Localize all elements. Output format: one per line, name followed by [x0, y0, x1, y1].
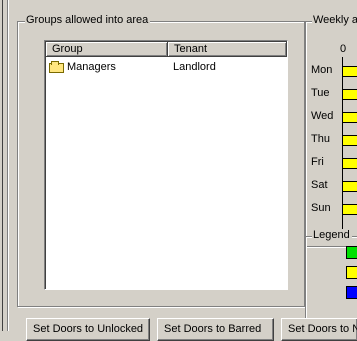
- legend-swatch-blue: [346, 286, 357, 299]
- schedule-bar-fri[interactable]: [342, 158, 357, 169]
- panel-edge-highlight: [8, 0, 9, 331]
- groups-listview[interactable]: Group Tenant Managers Landlord: [44, 40, 288, 290]
- schedule-bar-sun[interactable]: [342, 204, 357, 215]
- set-doors-unlocked-button[interactable]: Set Doors to Unlocked: [26, 318, 150, 341]
- day-label-mon: Mon: [311, 64, 333, 76]
- column-header-group-label: Group: [52, 43, 83, 55]
- day-label-sun: Sun: [311, 202, 331, 214]
- tenant-name: Landlord: [173, 61, 216, 73]
- set-doors-barred-label: Set Doors to Barred: [164, 323, 262, 335]
- list-item[interactable]: Managers Landlord: [47, 60, 285, 74]
- schedule-bar-mon[interactable]: [342, 66, 357, 77]
- schedule-groupbox-title: Weekly a: [312, 14, 357, 27]
- day-label-tue: Tue: [311, 87, 330, 99]
- legend-groupbox-title: Legend: [312, 229, 352, 242]
- set-doors-barred-button[interactable]: Set Doors to Barred: [157, 318, 274, 341]
- set-doors-third-button[interactable]: Set Doors to N: [281, 318, 357, 341]
- legend-swatch-yellow: [346, 266, 357, 279]
- groups-groupbox-title: Groups allowed into area: [25, 14, 151, 27]
- day-label-sat: Sat: [311, 179, 328, 191]
- day-label-wed: Wed: [311, 110, 334, 122]
- folder-icon: [49, 61, 64, 73]
- schedule-bar-tue[interactable]: [342, 89, 357, 100]
- set-doors-third-label: Set Doors to N: [288, 323, 357, 335]
- legend-swatch-green: [346, 246, 357, 259]
- schedule-bar-sat[interactable]: [342, 181, 357, 192]
- column-header-tenant[interactable]: Tenant: [168, 42, 287, 57]
- hour-start-label: 0: [340, 43, 347, 55]
- column-header-tenant-label: Tenant: [174, 43, 208, 55]
- window-edge: [2, 0, 3, 331]
- set-doors-unlocked-label: Set Doors to Unlocked: [33, 323, 144, 335]
- schedule-bar-thu[interactable]: [342, 135, 357, 146]
- schedule-bar-wed[interactable]: [342, 112, 357, 123]
- group-name: Managers: [67, 61, 116, 73]
- column-header-group[interactable]: Group: [46, 42, 168, 57]
- day-label-thu: Thu: [311, 133, 330, 145]
- day-label-fri: Fri: [311, 156, 324, 168]
